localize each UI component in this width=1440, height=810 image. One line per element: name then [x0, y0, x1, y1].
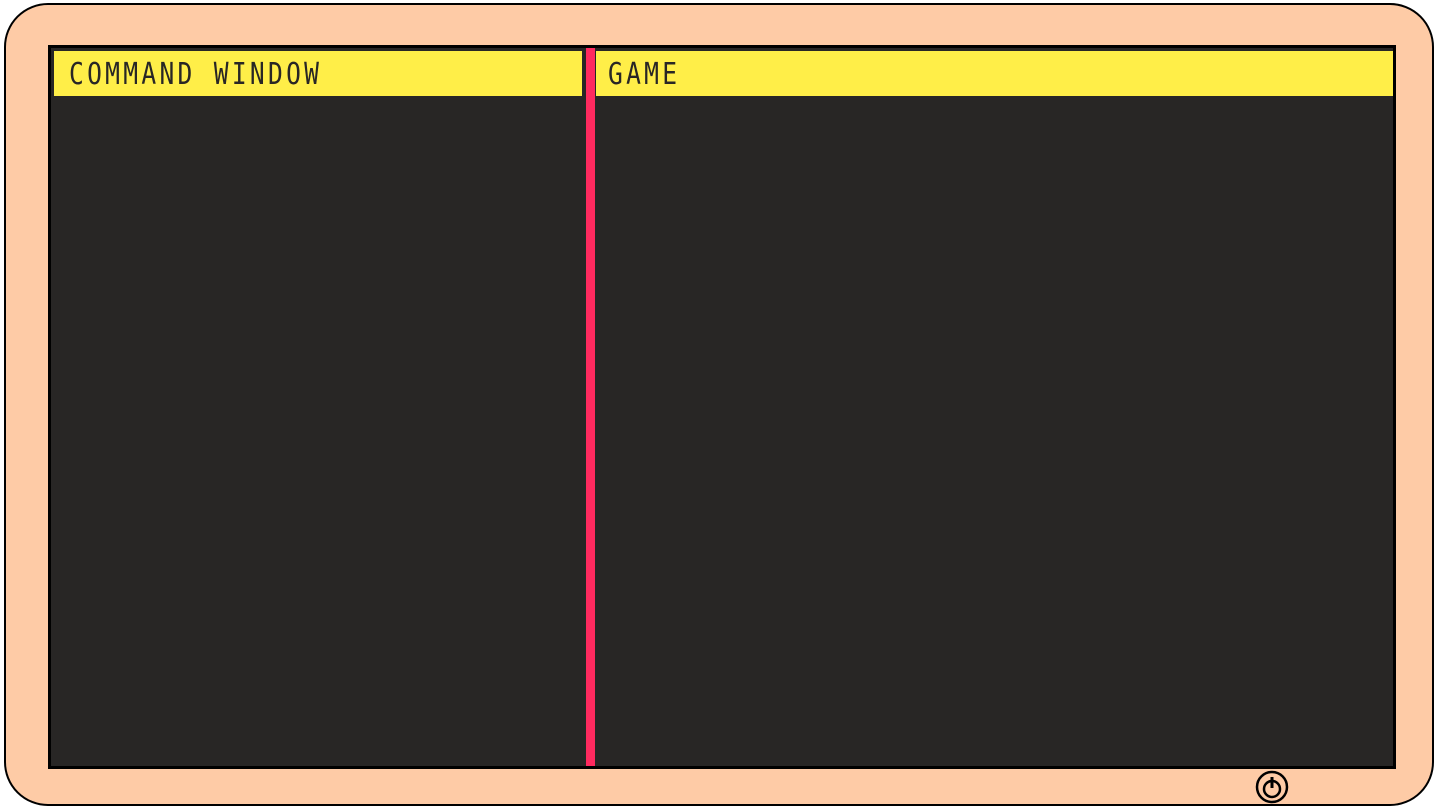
- screen: COMMAND WINDOW GAME: [48, 45, 1396, 769]
- command-window-header: COMMAND WINDOW: [54, 51, 582, 96]
- game-title: GAME: [608, 57, 681, 92]
- power-button[interactable]: [1255, 770, 1289, 804]
- panel-divider[interactable]: [586, 48, 595, 766]
- game-header: GAME: [596, 51, 1393, 96]
- power-icon: [1255, 770, 1289, 804]
- command-window-title: COMMAND WINDOW: [69, 57, 323, 92]
- command-window-panel[interactable]: COMMAND WINDOW: [51, 48, 585, 766]
- game-panel[interactable]: GAME: [596, 48, 1393, 766]
